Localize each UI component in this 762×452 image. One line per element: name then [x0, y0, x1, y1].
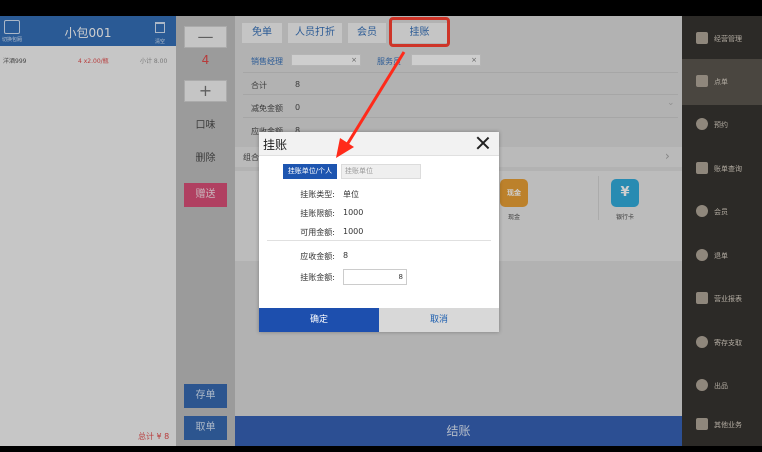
annotation-arrow [336, 51, 406, 158]
arrow-shaft [343, 51, 406, 149]
arrow-head [336, 138, 354, 158]
bottom-bar [0, 446, 762, 452]
